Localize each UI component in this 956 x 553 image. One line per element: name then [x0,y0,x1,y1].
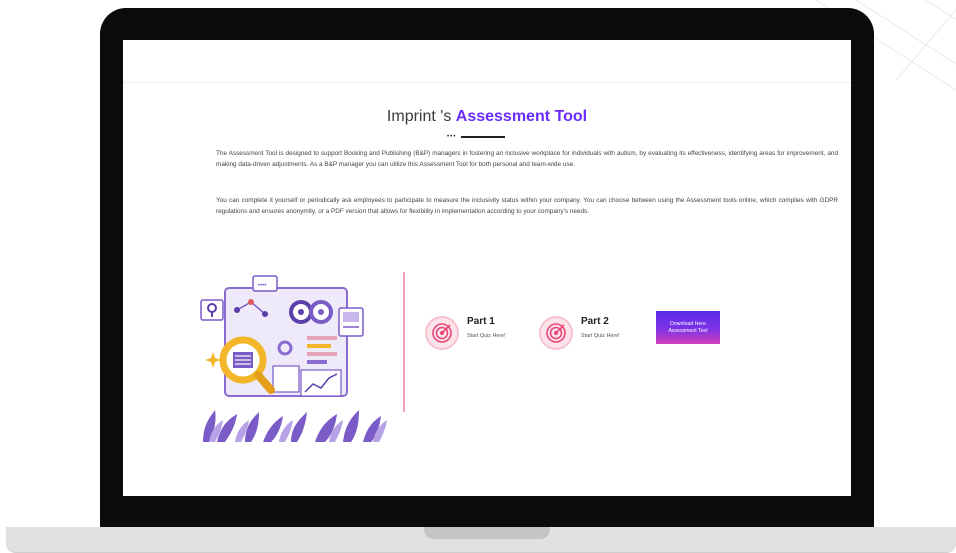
page-title-prefix: Imprint 's [386,108,456,125]
laptop-screen: Imprint 's Assessment Tool ••• The Asses… [123,40,851,496]
intro-paragraph: The Assessment Tool is designed to suppo… [216,150,838,169]
target-icon [425,316,459,350]
page-header-strip [123,40,851,83]
svg-text:••••: •••• [258,283,266,289]
quiz-part-title: Part 1 [467,316,495,327]
quiz-part-title: Part 2 [581,316,609,327]
usage-paragraph: You can complete it yourself or periodic… [216,197,838,216]
laptop-notch [424,527,550,539]
target-icon [539,316,573,350]
section-divider [403,272,405,412]
quiz-start-link[interactable]: Start Quiz Here! [581,333,620,339]
quiz-part-1[interactable]: Part 1 Start Quiz Here! [425,316,535,356]
title-underline: ••• [447,134,507,140]
page-title: Imprint 's Assessment Tool [123,108,851,126]
download-assessment-button[interactable]: Download Here Assessment Tool [656,311,720,344]
page-title-accent: Assessment Tool [455,108,588,125]
quiz-start-link[interactable]: Start Quiz Here! [467,333,506,339]
quiz-part-2[interactable]: Part 2 Start Quiz Here! [539,316,649,356]
analytics-illustration: •••• [200,275,387,442]
